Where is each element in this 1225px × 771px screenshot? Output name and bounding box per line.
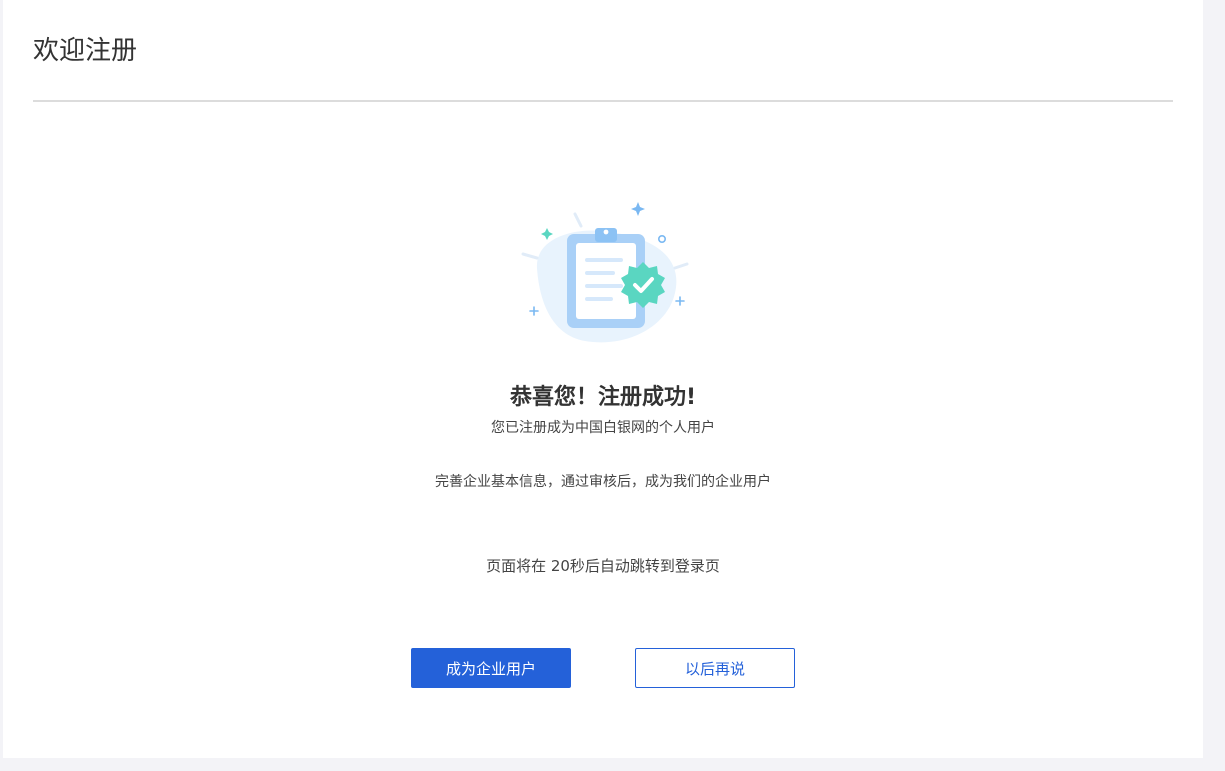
text-line [585, 284, 623, 288]
redirect-countdown: 页面将在 20秒后自动跳转到登录页 [486, 557, 720, 575]
text-line [585, 271, 615, 275]
text-line [585, 258, 623, 262]
sparkle-icon [631, 202, 645, 216]
plus-icon [529, 306, 539, 316]
plus-icon [675, 296, 685, 306]
registration-card: 欢迎注册 恭喜您！注册成功! 您已注册成为中国白银网的个人用户 完善企业基本信息… [3, 0, 1203, 758]
ring-dot [658, 234, 667, 243]
clipboard-check-icon [515, 198, 695, 348]
sparkle-icon [541, 228, 553, 240]
ray [573, 212, 583, 228]
clip-hole [603, 229, 609, 235]
success-subtitle: 您已注册成为中国白银网的个人用户 [491, 420, 715, 436]
success-title: 恭喜您！注册成功! [509, 385, 697, 410]
ray [673, 262, 689, 270]
page-title: 欢迎注册 [33, 36, 138, 66]
text-line [585, 297, 613, 301]
ray [521, 252, 539, 260]
title-divider [33, 100, 1173, 102]
later-button[interactable]: 以后再说 [635, 648, 795, 688]
upgrade-hint: 完善企业基本信息，通过审核后，成为我们的企业用户 [435, 474, 771, 490]
become-enterprise-button[interactable]: 成为企业用户 [411, 648, 571, 688]
